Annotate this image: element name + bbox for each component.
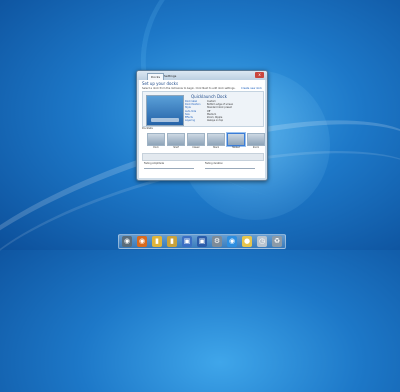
instructions-text: Select a dock from the list below to beg… xyxy=(142,87,236,90)
thumbnail-label: Stack xyxy=(212,146,220,149)
fading-amplitude-slider[interactable] xyxy=(144,168,194,169)
style-thumbnail[interactable]: Shelf xyxy=(167,133,185,149)
options-bar xyxy=(142,153,264,161)
dock-preview-image xyxy=(146,95,184,126)
title-bar[interactable]: Docks Settings x xyxy=(137,71,267,81)
dialog-content: Set up your docks Select a dock from the… xyxy=(139,80,265,178)
dock-details-panel: Quicklaunch Dock Dock label Custom Dock P… xyxy=(142,91,264,127)
thumbnail-label: Zoom xyxy=(252,146,260,149)
folder-icon[interactable]: ▮ xyxy=(152,236,162,247)
style-thumbnail-list: Dock Shelf Classic Stack Tabbed Zoom xyxy=(147,133,265,151)
dialog-heading: Set up your docks xyxy=(142,81,179,86)
docklets-section-title: Docklets xyxy=(142,127,153,130)
dock-name: Quicklaunch Dock xyxy=(191,94,227,99)
photos-icon[interactable]: ▣ xyxy=(182,236,192,247)
notes-icon[interactable]: ● xyxy=(242,236,252,247)
thumbnail-label: Shelf xyxy=(173,146,179,149)
ie-icon[interactable]: ◉ xyxy=(227,236,237,247)
firefox-icon[interactable]: ◉ xyxy=(137,236,147,247)
application-dock: ◉ ◉ ▮ ▮ ▣ ▣ ⚙ ◉ ● ◷ ♻ xyxy=(118,234,286,249)
property-value: Always on top xyxy=(207,119,224,123)
fading-duration-label: Fading duration xyxy=(205,162,223,165)
tab-settings[interactable]: Settings xyxy=(161,73,179,80)
property-row: Layering Always on top xyxy=(185,119,261,122)
clock-icon[interactable]: ◷ xyxy=(257,236,267,247)
property-value: Standard dock preset xyxy=(207,106,232,110)
thumbnail-label: Dock xyxy=(153,146,159,149)
dock-settings-window: Docks Settings x Set up your docks Selec… xyxy=(136,70,268,181)
thumbnail-label: Tabbed xyxy=(232,146,240,149)
gear-icon[interactable]: ⚙ xyxy=(212,236,222,247)
style-thumbnail[interactable]: Dock xyxy=(147,133,165,149)
style-thumbnail[interactable]: Classic xyxy=(187,133,205,149)
style-thumbnail[interactable]: Zoom xyxy=(247,133,265,149)
thumbnail-label: Classic xyxy=(192,146,200,149)
trash-icon[interactable]: ♻ xyxy=(272,236,282,247)
fading-duration-slider[interactable] xyxy=(205,168,255,169)
dock-properties: Dock label Custom Dock Position Bottom edg… xyxy=(185,100,261,122)
create-dock-link[interactable]: Create new dock xyxy=(241,87,262,90)
folder-icon[interactable]: ▮ xyxy=(167,236,177,247)
style-thumbnail-selected[interactable]: Tabbed xyxy=(227,133,245,149)
word-icon[interactable]: ▣ xyxy=(197,236,207,247)
property-key[interactable]: Layering xyxy=(185,119,207,122)
finder-icon[interactable]: ◉ xyxy=(122,236,132,247)
close-button[interactable]: x xyxy=(255,72,264,78)
style-thumbnail[interactable]: Stack xyxy=(207,133,225,149)
fading-amplitude-label: Fading Amplitude xyxy=(144,162,165,165)
